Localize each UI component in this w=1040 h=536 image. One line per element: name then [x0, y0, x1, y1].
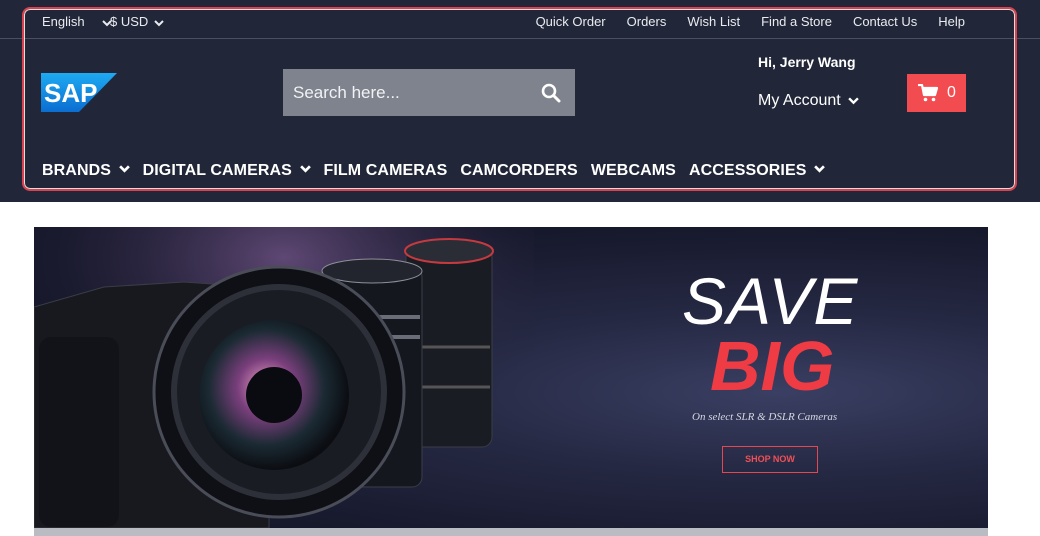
- sap-logo[interactable]: SAP: [41, 73, 117, 112]
- nav-item-label: FILM CAMERAS: [323, 162, 448, 179]
- chevron-down-icon: [814, 165, 825, 173]
- find-a-store-link[interactable]: Find a Store: [761, 14, 832, 29]
- chevron-down-icon: [118, 165, 130, 173]
- banner-tagline: On select SLR & DSLR Cameras: [692, 411, 838, 423]
- user-greeting: Hi, Jerry Wang: [758, 54, 856, 70]
- chevron-down-icon: [299, 165, 311, 173]
- nav-item-label: BRANDS: [42, 162, 112, 179]
- banner-headline-big: BIG: [710, 327, 835, 405]
- hero-banner[interactable]: SAVE BIG On select SLR & DSLR Cameras SH…: [34, 227, 988, 528]
- camera-lenses-image: [34, 227, 534, 528]
- shopping-cart-icon: [918, 84, 938, 102]
- search-box: [283, 69, 575, 116]
- cart-button[interactable]: 0: [907, 74, 966, 112]
- nav-item-label: DIGITAL CAMERAS: [142, 162, 292, 179]
- help-link[interactable]: Help: [938, 14, 965, 29]
- search-icon[interactable]: [541, 83, 561, 103]
- nav-item-brands[interactable]: BRANDS: [42, 162, 130, 180]
- nav-item-accessories[interactable]: ACCESSORIES: [689, 162, 825, 180]
- my-account-menu[interactable]: My Account: [758, 92, 859, 110]
- svg-text:SAP: SAP: [44, 78, 97, 108]
- nav-item-film-cameras[interactable]: FILM CAMERAS: [324, 162, 448, 180]
- utility-bar: English $ USD Quick Order Orders Wish Li…: [0, 0, 1040, 39]
- language-selector[interactable]: English: [42, 14, 112, 29]
- nav-item-camcorders[interactable]: CAMCORDERS: [460, 162, 577, 180]
- nav-item-label: ACCESSORIES: [688, 162, 807, 179]
- language-label: English: [42, 14, 85, 29]
- nav-item-label: WEBCAMS: [590, 162, 676, 179]
- orders-link[interactable]: Orders: [627, 14, 667, 29]
- my-account-label: My Account: [758, 92, 841, 109]
- nav-item-digital-cameras[interactable]: DIGITAL CAMERAS: [143, 162, 311, 180]
- nav-item-webcams[interactable]: WEBCAMS: [591, 162, 676, 180]
- category-nav: BRANDS DIGITAL CAMERAS FILM CAMERAS CAMC…: [42, 162, 838, 180]
- wish-list-link[interactable]: Wish List: [687, 14, 740, 29]
- site-header: English $ USD Quick Order Orders Wish Li…: [0, 0, 1040, 202]
- utility-links: Quick Order Orders Wish List Find a Stor…: [515, 14, 965, 29]
- shop-now-button[interactable]: SHOP NOW: [722, 446, 818, 473]
- nav-item-label: CAMCORDERS: [460, 162, 578, 179]
- currency-selector[interactable]: $ USD: [110, 14, 164, 29]
- cart-count: 0: [947, 84, 956, 101]
- banner-bottom-strip: [34, 528, 988, 536]
- chevron-down-icon: [848, 97, 859, 105]
- search-input[interactable]: [283, 69, 528, 116]
- chevron-down-icon: [154, 19, 164, 26]
- contact-us-link[interactable]: Contact Us: [853, 14, 917, 29]
- currency-label: $ USD: [110, 14, 149, 29]
- quick-order-link[interactable]: Quick Order: [536, 14, 606, 29]
